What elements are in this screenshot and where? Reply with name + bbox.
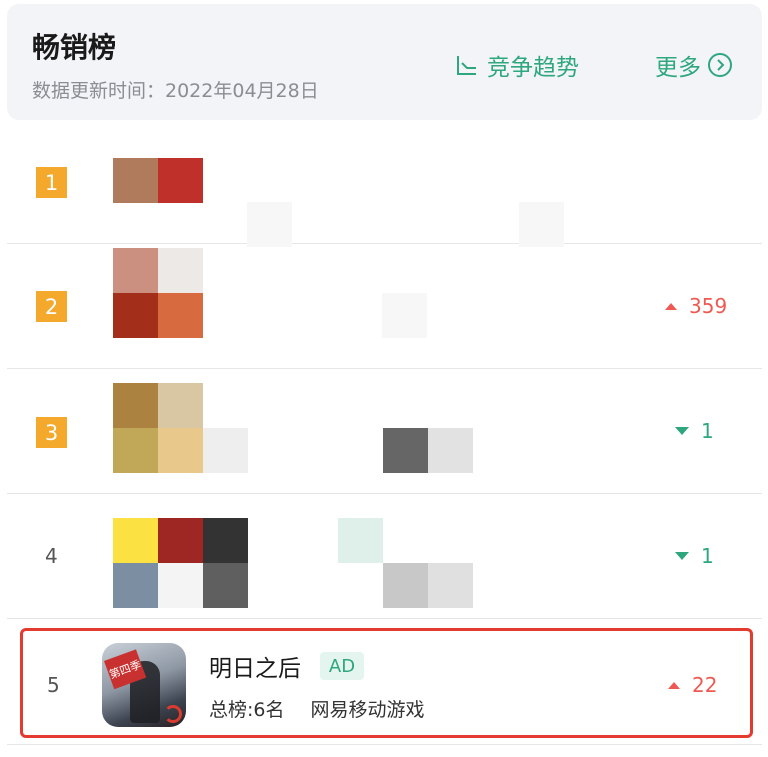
- app-icon-redacted: [113, 158, 248, 203]
- mosaic-tile: [113, 518, 158, 563]
- up-arrow-icon: [668, 681, 680, 689]
- total-rank: 总榜:6名: [209, 699, 285, 721]
- mosaic-tile: [158, 293, 203, 338]
- rank-change-value: 1: [701, 544, 714, 568]
- rank-change-down: 1: [675, 419, 714, 443]
- down-arrow-icon: [675, 427, 689, 435]
- mosaic-tile: [158, 518, 203, 563]
- rank-badge: 3: [36, 417, 67, 448]
- more-button[interactable]: 更多: [655, 48, 733, 82]
- list-item[interactable]: 3 1: [7, 369, 762, 494]
- app-name: 明日之后: [209, 656, 301, 682]
- redacted-block: [428, 428, 473, 473]
- mosaic-tile: [113, 428, 158, 473]
- rank-change-value: 1: [701, 419, 714, 443]
- ad-badge: AD: [320, 652, 364, 680]
- chart-header: 畅销榜 数据更新时间：2022年04月28日 竞争趋势 更多: [7, 4, 762, 120]
- down-arrow-icon: [675, 552, 689, 560]
- more-label: 更多: [655, 55, 701, 81]
- competition-trend-button[interactable]: 竞争趋势: [455, 48, 579, 82]
- mosaic-tile: [203, 518, 248, 563]
- mosaic-tile: [113, 158, 158, 203]
- list-item[interactable]: 1: [7, 120, 762, 247]
- mosaic-tile: [113, 563, 158, 608]
- app-icon-redacted: [113, 383, 203, 473]
- mosaic-tile: [158, 428, 203, 473]
- redacted-block: [383, 428, 428, 473]
- page-title: 畅销榜: [32, 31, 117, 64]
- rank-change-down: 1: [675, 544, 714, 568]
- app-icon-redacted: [113, 518, 248, 608]
- divider: [7, 744, 762, 745]
- app-meta: 总榜:6名 网易移动游戏: [209, 695, 425, 722]
- app-icon: 第四季: [102, 643, 186, 727]
- redacted-block: [383, 563, 428, 608]
- redacted-block: [519, 202, 564, 247]
- publisher: 网易移动游戏: [310, 699, 425, 721]
- rank-number: 5: [47, 673, 60, 697]
- mosaic-tile: [203, 563, 248, 608]
- rank-badge: 2: [36, 291, 67, 322]
- rank-badge: 1: [36, 167, 67, 198]
- redacted-block: [247, 202, 292, 247]
- redacted-block: [428, 563, 473, 608]
- mosaic-tile: [113, 293, 158, 338]
- mosaic-tile: [158, 248, 203, 293]
- competition-trend-label: 竞争趋势: [487, 55, 579, 81]
- app-icon-redacted: [113, 248, 203, 338]
- mosaic-tile: [158, 158, 203, 203]
- mosaic-tile: [113, 248, 158, 293]
- list-item[interactable]: 2 359: [7, 244, 762, 369]
- redacted-block: [203, 428, 248, 473]
- trend-chart-icon: [457, 56, 476, 75]
- list-item-highlighted[interactable]: 5 第四季 明日之后 AD 总榜:6名 网易移动游戏 22: [20, 628, 753, 738]
- netease-logo-icon: [164, 705, 182, 723]
- rank-number: 4: [45, 544, 58, 568]
- mosaic-tile: [113, 383, 158, 428]
- rank-change-value: 22: [692, 673, 718, 697]
- rank-change-value: 359: [689, 294, 728, 318]
- mosaic-tile: [158, 383, 203, 428]
- mosaic-tile: [158, 563, 203, 608]
- list-item[interactable]: 4 1: [7, 494, 762, 619]
- redacted-block: [338, 518, 383, 563]
- rank-change-up: 22: [668, 673, 717, 697]
- rank-change-up: 359: [665, 294, 727, 318]
- up-arrow-icon: [665, 302, 677, 310]
- update-time: 数据更新时间：2022年04月28日: [32, 80, 319, 102]
- chevron-right-circle-icon: [708, 53, 732, 77]
- redacted-block: [382, 293, 427, 338]
